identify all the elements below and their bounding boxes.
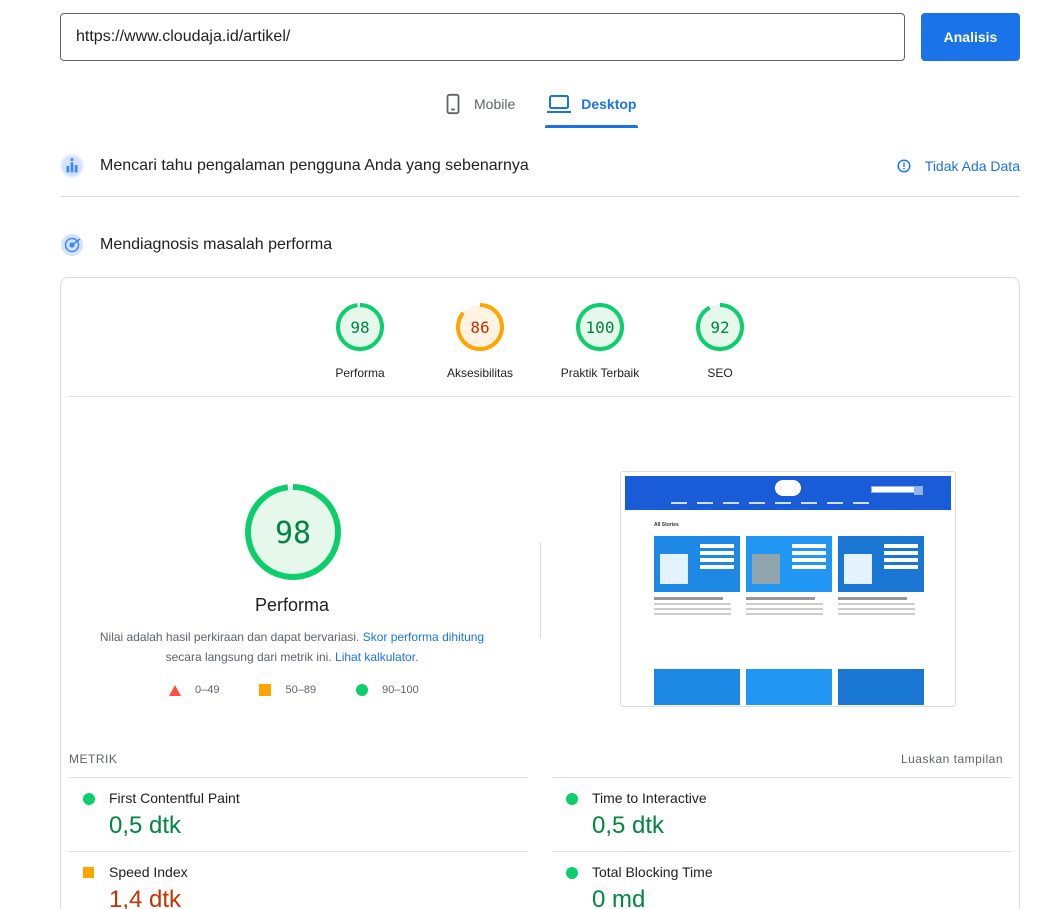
section-divider — [60, 196, 1020, 197]
legend-pass: 90–100 — [356, 684, 419, 696]
gauge-seo-score: 92 — [710, 318, 729, 337]
gauge-performance-ring: 98 — [336, 303, 384, 351]
metric-name: Time to Interactive — [592, 790, 707, 806]
metric-name: Speed Index — [109, 864, 188, 880]
calculator-link[interactable]: Lihat kalkulator. — [335, 650, 418, 664]
gauge-performance-label: Performa — [335, 366, 385, 380]
pass-circle-icon — [566, 866, 578, 884]
screenshot-search-box — [871, 486, 915, 493]
metrics-header: METRIK Luaskan tampilan — [69, 752, 1011, 768]
gauge-performance[interactable]: 98 Performa — [300, 302, 420, 380]
expand-view-toggle[interactable]: Luaskan tampilan — [901, 752, 1003, 766]
gauge-accessibility-score: 86 — [470, 318, 489, 337]
url-form: Analisis — [60, 13, 1020, 61]
metrics-title: METRIK — [69, 752, 118, 766]
average-square-icon — [83, 866, 95, 884]
gauge-accessibility-label: Aksesibilitas — [446, 366, 514, 380]
gauge-seo-ring: 92 — [696, 303, 744, 351]
tab-desktop[interactable]: Desktop — [545, 84, 639, 128]
field-data-title: Mencari tahu pengalaman pengguna Anda ya… — [100, 157, 529, 174]
performance-note: Nilai adalah hasil perkiraan dan dapat b… — [91, 627, 493, 667]
laptop-icon — [547, 93, 572, 115]
screenshot-card — [746, 669, 832, 705]
gauge-best-practices-label: Praktik Terbaik — [560, 366, 640, 380]
vertical-divider — [540, 542, 541, 638]
screenshot-caption: All Stories — [654, 522, 679, 528]
screenshot-card — [654, 669, 740, 705]
performance-big-score: 98 — [275, 516, 311, 551]
screenshot-site-header — [625, 476, 951, 510]
lab-data-title: Mendiagnosis masalah performa — [100, 236, 333, 253]
screenshot-nav — [671, 502, 869, 504]
lab-data-header: Mendiagnosis masalah performa — [60, 230, 1020, 260]
screenshot-card — [654, 536, 740, 615]
pass-circle-icon — [83, 792, 95, 810]
gauge-best-practices-score: 100 — [586, 318, 615, 337]
gauge-seo-label: SEO — [707, 366, 733, 380]
diagnose-icon — [60, 233, 84, 257]
metric-tbt: Total Blocking Time 0 md — [552, 851, 1011, 909]
page-screenshot[interactable]: All Stories — [620, 471, 956, 707]
report-card: 98 Performa 86 Aksesibilitas 100 Praktik… — [60, 277, 1020, 909]
score-calculated-link[interactable]: Skor performa dihitung — [363, 630, 484, 644]
metric-value: 0,5 dtk — [592, 812, 665, 839]
metric-value: 0,5 dtk — [109, 812, 182, 839]
legend-pass-range: 90–100 — [382, 684, 419, 696]
field-data-header: Mencari tahu pengalaman pengguna Anda ya… — [60, 151, 1020, 181]
legend-fail-range: 0–49 — [195, 684, 220, 696]
url-input[interactable] — [60, 13, 905, 61]
legend-average: 50–89 — [259, 684, 316, 696]
performance-title: Performa — [254, 595, 330, 615]
no-data-status[interactable]: Tidak Ada Data — [897, 158, 1020, 174]
tab-desktop-label: Desktop — [581, 96, 637, 112]
device-tabs: Mobile Desktop — [440, 84, 666, 128]
analyze-button[interactable]: Analisis — [921, 13, 1020, 61]
metric-value: 0 md — [592, 886, 646, 909]
gauge-accessibility-ring: 86 — [456, 303, 504, 351]
metric-name: Total Blocking Time — [592, 864, 713, 880]
screenshot-logo — [775, 480, 801, 496]
metric-fcp: First Contentful Paint 0,5 dtk — [69, 777, 528, 851]
legend-average-range: 50–89 — [285, 684, 317, 696]
screenshot-card — [838, 669, 924, 705]
screenshot-card — [746, 536, 832, 615]
pass-circle-icon — [566, 792, 578, 810]
gauge-accessibility[interactable]: 86 Aksesibilitas — [420, 302, 540, 380]
note-text-1: Nilai adalah hasil perkiraan dan dapat b… — [99, 630, 363, 644]
card-divider — [69, 396, 1011, 397]
users-chart-icon — [60, 154, 84, 178]
gauge-best-practices[interactable]: 100 Praktik Terbaik — [540, 302, 660, 380]
performance-big-gauge: 98 — [245, 484, 341, 580]
info-icon — [897, 159, 911, 173]
note-text-2: secara langsung dari metrik ini. — [165, 650, 336, 664]
screenshot-search-button — [914, 486, 923, 495]
metric-speed-index: Speed Index 1,4 dtk — [69, 851, 528, 909]
category-gauges: 98 Performa 86 Aksesibilitas 100 Praktik… — [61, 302, 1019, 382]
metric-name: First Contentful Paint — [109, 790, 240, 806]
phone-icon — [442, 93, 464, 115]
fail-triangle-icon — [169, 684, 181, 696]
tab-mobile-label: Mobile — [474, 96, 516, 112]
screenshot-card — [838, 536, 924, 615]
no-data-label: Tidak Ada Data — [924, 158, 1020, 174]
pass-circle-icon — [356, 684, 369, 696]
metric-value: 1,4 dtk — [109, 886, 182, 909]
gauge-performance-score: 98 — [350, 318, 369, 337]
gauge-best-practices-ring: 100 — [576, 303, 624, 351]
score-legend: 0–49 50–89 90–100 — [169, 684, 459, 696]
tab-mobile[interactable]: Mobile — [440, 84, 517, 124]
gauge-seo[interactable]: 92 SEO — [660, 302, 780, 380]
legend-fail: 0–49 — [169, 684, 219, 696]
average-square-icon — [259, 684, 272, 696]
metric-tti: Time to Interactive 0,5 dtk — [552, 777, 1011, 851]
